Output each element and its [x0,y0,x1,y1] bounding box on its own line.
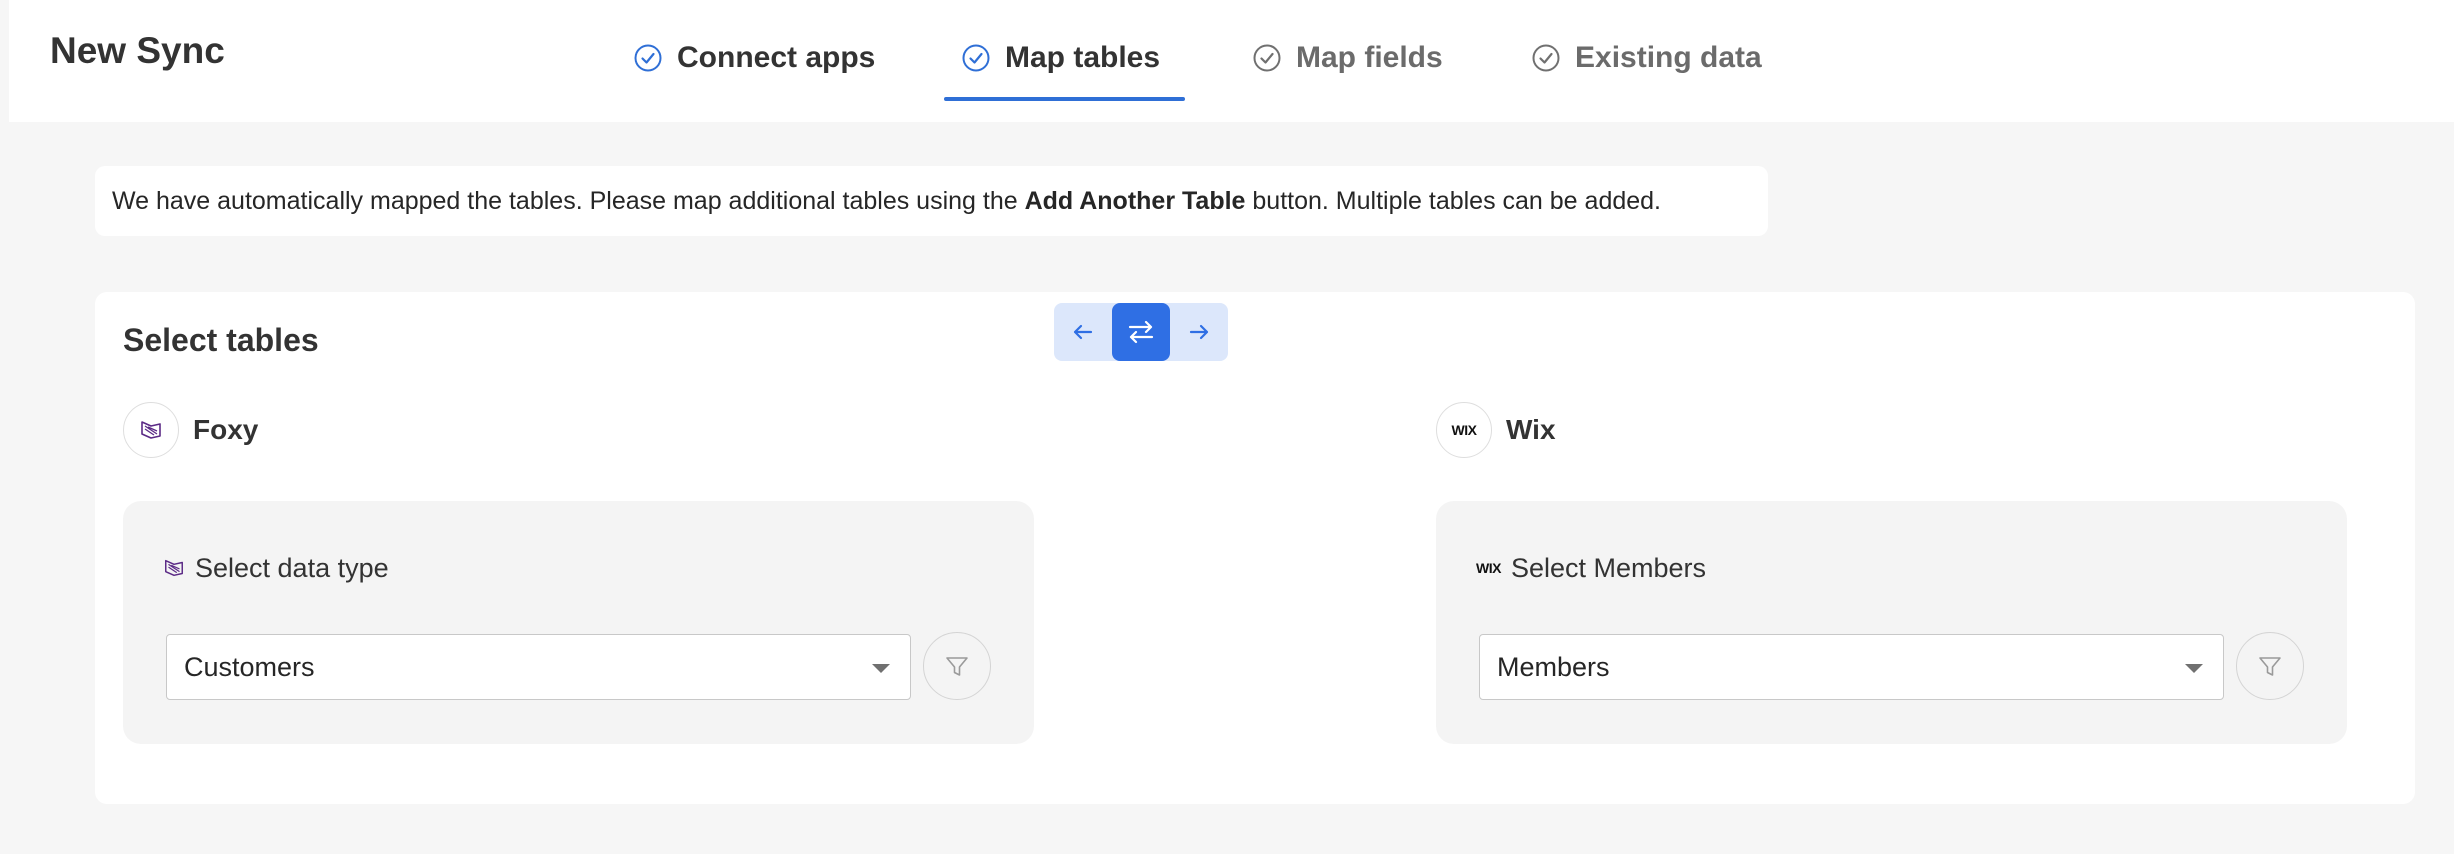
sync-direction-toggle [1054,303,1228,361]
tab-label: Map tables [1005,41,1161,74]
select-value: Customers [184,651,315,682]
tab-label: Map fields [1296,41,1443,74]
destination-app-name: Wix [1506,414,1556,445]
dropdown-caret-icon [872,664,890,673]
source-data-type-select[interactable]: Customers [166,634,911,700]
dropdown-caret-icon [2185,664,2203,673]
foxy-logo [123,402,179,458]
sync-left-button[interactable] [1054,303,1112,361]
banner-text-end: button. Multiple tables can be added. [1245,186,1662,215]
step-tabs: Connect apps Map tables Map fields Exist… [9,0,2454,122]
filter-icon [2259,657,2281,676]
banner-bold-text: Add Another Table [1024,186,1246,215]
two-way-arrows-icon [1128,320,1154,344]
tab-connect-apps[interactable]: Connect apps [633,38,875,78]
source-panel-label: Select data type [163,551,389,585]
source-filter-button[interactable] [923,632,991,700]
sync-right-button[interactable] [1170,303,1228,361]
destination-app-header: WIX Wix [1436,402,1556,458]
banner-text: We have automatically mapped the tables.… [112,186,1025,215]
select-tables-card: Select tables Foxy WIX Wix Select data t… [95,292,2415,804]
tab-map-tables[interactable]: Map tables [961,38,1160,78]
source-app-header: Foxy [123,402,258,458]
tab-existing-data[interactable]: Existing data [1531,38,1762,78]
active-tab-indicator [944,97,1185,101]
check-circle-icon [1532,44,1560,72]
destination-panel-label: WIX Select Members [1476,551,1706,585]
source-app-name: Foxy [193,414,259,445]
right-arrow-icon [1189,324,1209,340]
wix-logo-text: WIX [1476,560,1501,576]
check-circle-icon [634,44,662,72]
section-title: Select tables [123,322,319,358]
top-header: New Sync Connect apps Map tables Map fie… [9,0,2454,122]
tab-label: Connect apps [677,41,876,74]
wix-logo-text: WIX [1451,422,1477,438]
panel-label-text: Select Members [1510,552,1707,583]
tab-map-fields[interactable]: Map fields [1252,38,1443,78]
destination-members-select[interactable]: Members [1479,634,2224,700]
destination-filter-button[interactable] [2236,632,2304,700]
destination-table-panel: WIX Select Members Members [1436,501,2347,744]
info-banner: We have automatically mapped the tables.… [95,166,1768,236]
select-value: Members [1497,651,1610,682]
check-circle-icon [1253,44,1281,72]
tab-label: Existing data [1575,41,1762,74]
foxy-logo-icon [165,559,183,577]
left-arrow-icon [1073,324,1093,340]
check-circle-icon [962,44,990,72]
wix-logo: WIX [1436,402,1492,458]
filter-icon [946,657,968,676]
foxy-logo-icon [141,421,161,439]
sync-two-way-button[interactable] [1112,303,1170,361]
panel-label-text: Select data type [195,552,389,583]
source-table-panel: Select data type Customers [123,501,1034,744]
